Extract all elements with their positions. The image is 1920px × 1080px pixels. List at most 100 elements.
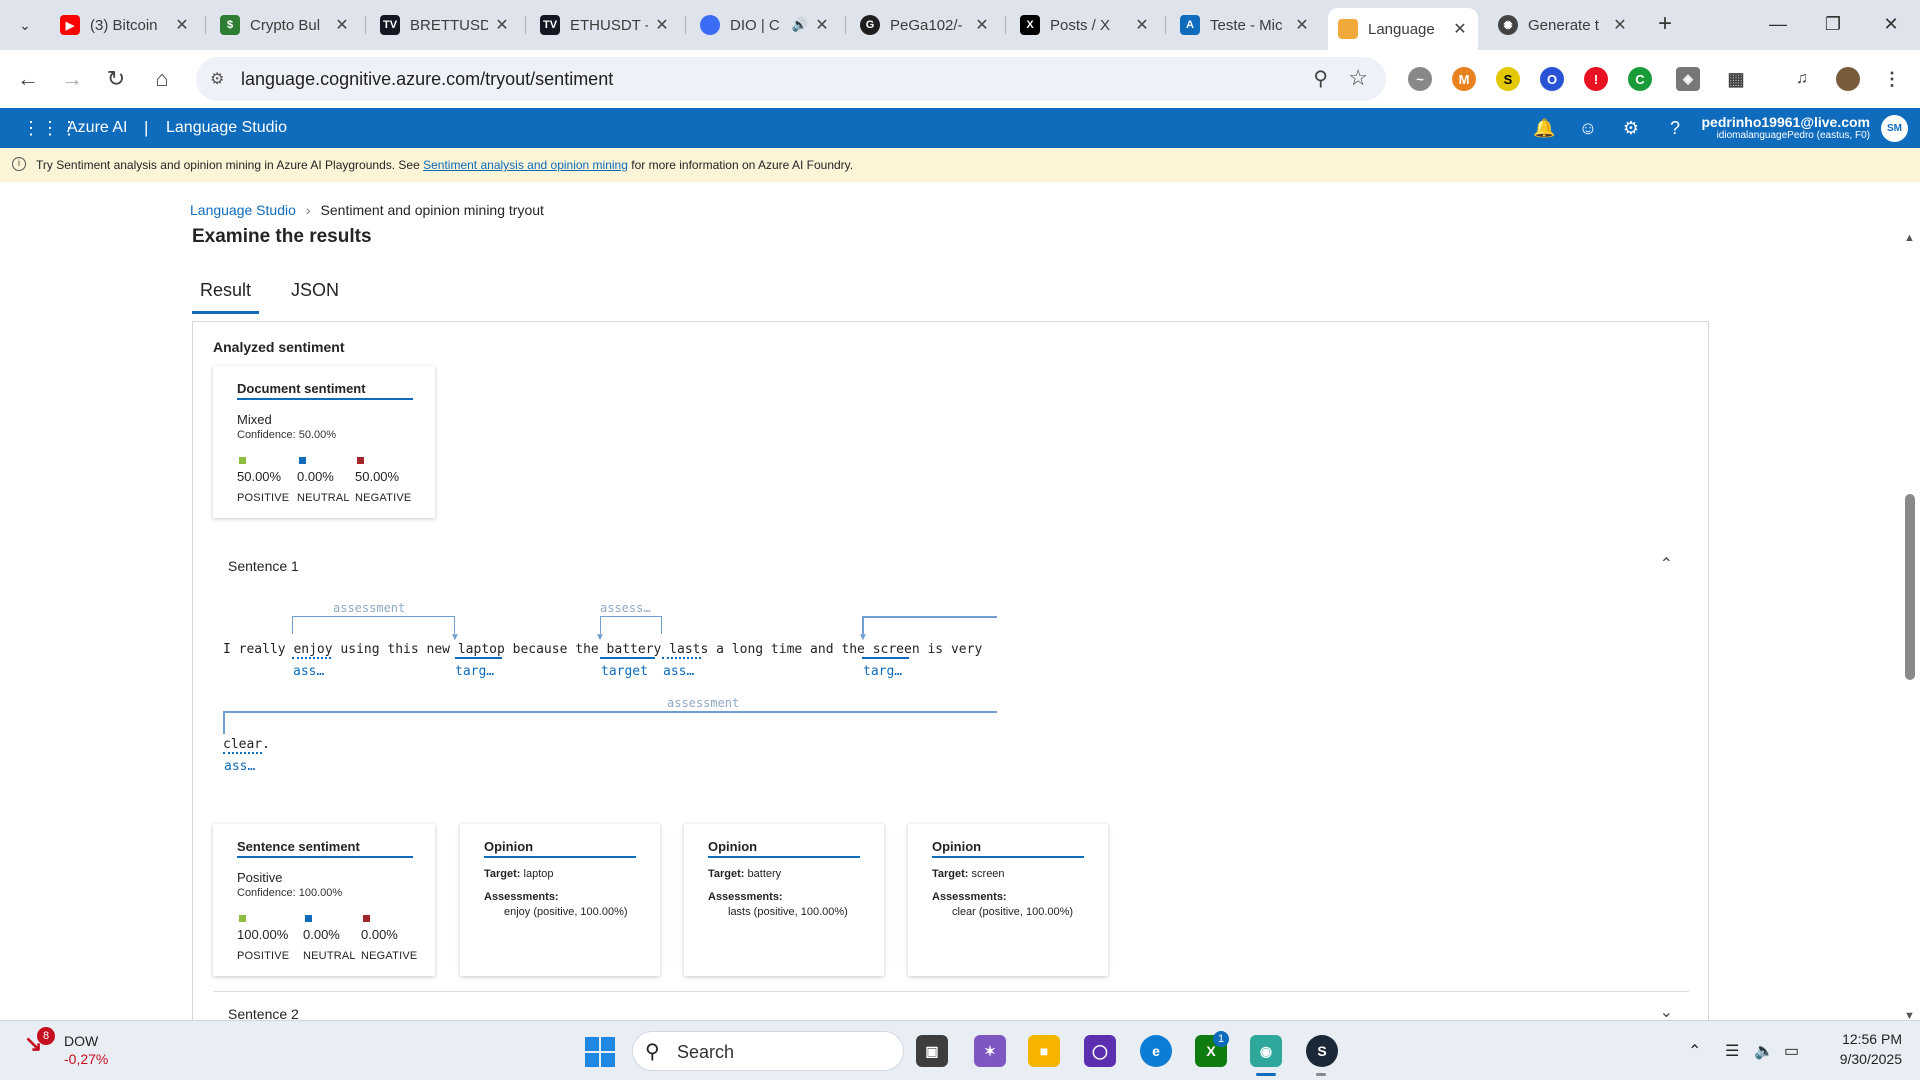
browser-tab[interactable]: TV BRETTUSD ✕ xyxy=(370,8,520,42)
scrollbar-thumb[interactable] xyxy=(1905,494,1915,680)
home-icon[interactable]: ⌂ xyxy=(146,63,178,95)
chevron-up-icon[interactable]: ⌃ xyxy=(1660,554,1673,574)
wifi-icon[interactable]: ☰ xyxy=(1725,1041,1739,1061)
feedback-smiley-icon[interactable]: ☺ xyxy=(1577,118,1599,139)
browser-menu-icon[interactable]: ⋮ xyxy=(1880,67,1904,91)
opinion-header: Opinion xyxy=(932,839,1084,858)
extension-red-icon[interactable]: ! xyxy=(1584,67,1608,91)
help-icon[interactable]: ? xyxy=(1664,118,1686,139)
volume-icon[interactable]: 🔈 xyxy=(1754,1041,1774,1061)
browser-tab[interactable]: ✺ Generate t ✕ xyxy=(1488,8,1638,42)
extension-icon[interactable]: ~ xyxy=(1408,67,1432,91)
url-text[interactable]: language.cognitive.azure.com/tryout/sent… xyxy=(241,69,613,90)
task-view-icon[interactable]: ▣ xyxy=(916,1035,948,1067)
chrome-browser-icon[interactable]: ◉ xyxy=(1250,1035,1282,1067)
language-studio-link[interactable]: Language Studio xyxy=(166,119,287,137)
bookmark-star-icon[interactable]: ☆ xyxy=(1348,65,1368,91)
tray-overflow-chevron-icon[interactable]: ⌃ xyxy=(1688,1041,1701,1061)
metamask-icon[interactable]: M xyxy=(1452,67,1476,91)
steam-icon[interactable]: S xyxy=(1306,1035,1338,1067)
widget-name: DOW xyxy=(64,1033,99,1049)
azure-ai-brand[interactable]: Azure AI xyxy=(67,119,127,137)
tab-json[interactable]: JSON xyxy=(283,280,347,314)
close-tab-icon[interactable]: ✕ xyxy=(1452,19,1468,39)
site-info-icon[interactable]: ⚙ xyxy=(210,69,224,89)
clock[interactable]: 12:56 PM 9/30/2025 xyxy=(1840,1029,1902,1069)
close-tab-icon[interactable]: ✕ xyxy=(814,15,830,35)
page-scrollbar[interactable]: ▲ ▼ xyxy=(1900,232,1920,1022)
notifications-bell-icon[interactable]: 🔔 xyxy=(1533,118,1555,139)
token-battery[interactable]: battery xyxy=(607,642,662,657)
token-tag: ass… xyxy=(663,664,695,679)
assessment-underline xyxy=(292,657,331,659)
widget-value: -0,27% xyxy=(64,1051,109,1067)
token-lasts[interactable]: lasts xyxy=(669,642,708,657)
assessment-underline xyxy=(662,657,701,659)
minimize-icon[interactable]: — xyxy=(1755,8,1801,40)
sentence-1-header[interactable]: Sentence 1 ⌃ xyxy=(213,544,1689,584)
document-sentiment-header: Document sentiment xyxy=(237,381,413,400)
token-laptop[interactable]: laptop xyxy=(458,642,505,657)
sentiment-docs-link[interactable]: Sentiment analysis and opinion mining xyxy=(423,158,628,172)
account-avatar[interactable]: SM xyxy=(1881,115,1908,142)
breadcrumb: Language Studio › Sentiment and opinion mi… xyxy=(190,202,544,218)
forward-icon[interactable]: → xyxy=(56,63,88,95)
browser-tab[interactable]: G PeGa102/- ✕ xyxy=(850,8,1000,42)
close-tab-icon[interactable]: ✕ xyxy=(1134,15,1150,35)
tab-search-chevron-icon[interactable]: ⌄ xyxy=(10,10,40,40)
start-button[interactable] xyxy=(585,1037,615,1067)
tab-result[interactable]: Result xyxy=(192,280,260,314)
instagram-icon[interactable]: ◯ xyxy=(1084,1035,1116,1067)
scroll-up-icon[interactable]: ▲ xyxy=(1904,232,1915,244)
token-tag: target xyxy=(601,664,648,679)
close-tab-icon[interactable]: ✕ xyxy=(974,15,990,35)
taskbar-search[interactable]: ⚲ Search xyxy=(632,1031,904,1071)
browser-tab[interactable]: X Posts / X ✕ xyxy=(1010,8,1160,42)
sentence-sentiment-value: Positive xyxy=(237,870,283,885)
positive-swatch xyxy=(239,915,246,922)
token-clear[interactable]: clear xyxy=(223,737,262,752)
browser-tab[interactable]: A Teste - Mic ✕ xyxy=(1170,8,1320,42)
extension-c-icon[interactable]: C xyxy=(1628,67,1652,91)
token-tag: targ… xyxy=(863,664,903,679)
browser-tab[interactable]: TV ETHUSDT - ✕ xyxy=(530,8,680,42)
close-tab-icon[interactable]: ✕ xyxy=(1294,15,1310,35)
new-tab-button[interactable]: + xyxy=(1650,10,1680,40)
close-tab-icon[interactable]: ✕ xyxy=(334,15,350,35)
media-control-icon[interactable]: ♫ xyxy=(1790,67,1814,91)
opinion-assessment: clear (positive, 100.00%) xyxy=(952,906,1074,918)
close-tab-icon[interactable]: ✕ xyxy=(494,15,510,35)
browser-tab[interactable]: $ Crypto Bul ✕ xyxy=(210,8,360,42)
breadcrumb-language-studio[interactable]: Language Studio xyxy=(190,202,296,218)
account-info[interactable]: pedrinho19961@live.com idiomalanguagePed… xyxy=(1702,114,1871,141)
copilot-icon[interactable]: ✶ xyxy=(974,1035,1006,1067)
extension-s-icon[interactable]: S xyxy=(1496,67,1520,91)
battery-icon[interactable]: ▭ xyxy=(1784,1041,1799,1061)
close-window-icon[interactable]: ✕ xyxy=(1868,8,1914,40)
address-bar[interactable]: ⚙ language.cognitive.azure.com/tryout/se… xyxy=(196,57,1386,101)
settings-gear-icon[interactable]: ⚙ xyxy=(1620,118,1642,139)
restore-icon[interactable]: ❐ xyxy=(1810,8,1856,40)
audio-playing-icon[interactable]: 🔊 xyxy=(792,17,808,33)
token-enjoy[interactable]: enjoy xyxy=(293,642,332,657)
close-tab-icon[interactable]: ✕ xyxy=(654,15,670,35)
browser-tab[interactable]: DIO | C 🔊 ✕ xyxy=(690,8,840,42)
reload-icon[interactable]: ↻ xyxy=(100,63,132,95)
file-explorer-icon[interactable]: ■ xyxy=(1028,1035,1060,1067)
assessment-underline xyxy=(223,752,262,754)
back-icon[interactable]: ← xyxy=(12,63,44,95)
close-tab-icon[interactable]: ✕ xyxy=(1612,15,1628,35)
chevron-down-icon[interactable]: ⌄ xyxy=(1660,1002,1673,1022)
negative-swatch xyxy=(363,915,370,922)
browser-tab-active[interactable]: Language ✕ xyxy=(1328,8,1478,50)
profile-avatar[interactable] xyxy=(1836,67,1860,91)
extension-shield-icon[interactable]: ◈ xyxy=(1676,67,1700,91)
close-tab-icon[interactable]: ✕ xyxy=(174,15,190,35)
browser-tab[interactable]: ▶ (3) Bitcoin ✕ xyxy=(50,8,200,42)
extensions-puzzle-icon[interactable]: ▦ xyxy=(1724,67,1748,91)
zoom-icon[interactable]: ⚲ xyxy=(1313,66,1328,91)
running-app-indicator xyxy=(1316,1073,1326,1076)
token-screen[interactable]: screen xyxy=(873,642,920,657)
edge-icon[interactable]: e xyxy=(1140,1035,1172,1067)
extension-ring-icon[interactable]: O xyxy=(1540,67,1564,91)
